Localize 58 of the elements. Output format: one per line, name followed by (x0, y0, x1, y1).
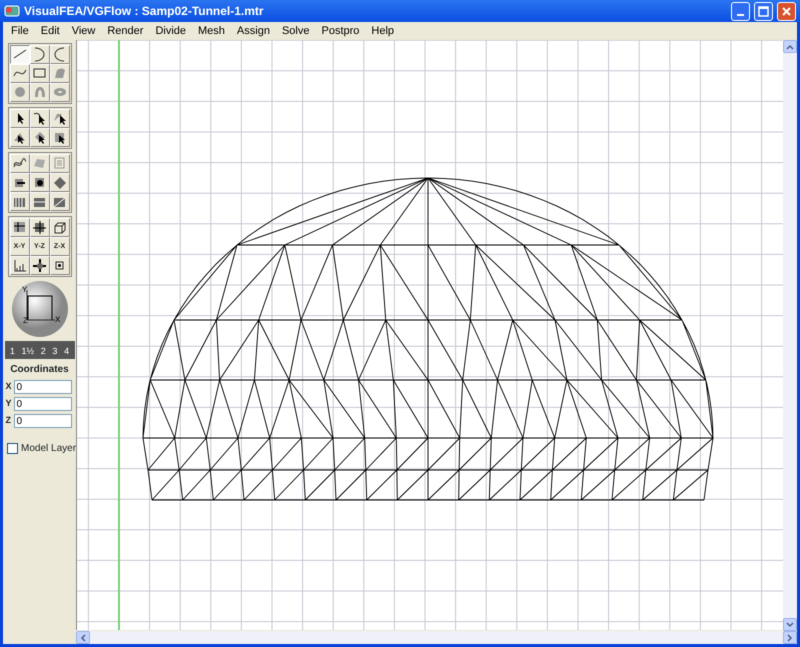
coordinate-field[interactable]: 0 (14, 380, 72, 394)
ruler-label: 1 (10, 344, 15, 358)
ruler-label: 2 (40, 344, 46, 358)
field-label: X (6, 380, 12, 394)
arc-icon (32, 47, 47, 62)
field-label: Z (6, 414, 12, 428)
pointer-icon (32, 111, 47, 126)
tool-button[interactable] (10, 45, 30, 64)
ruler-label: 1½ (22, 344, 34, 358)
close-button[interactable] (777, 2, 796, 20)
view-orientation-drawing[interactable]: Y Z X (10, 280, 68, 338)
minimize-icon (737, 14, 744, 16)
mesh-icon (32, 220, 47, 235)
scroll-down-button[interactable] (783, 618, 797, 631)
menu-item[interactable]: Assign (230, 22, 276, 40)
box-icon (52, 220, 67, 235)
menu-item[interactable]: Mesh (192, 22, 231, 40)
close-icon (781, 6, 792, 16)
scroll-right-button[interactable] (783, 631, 797, 644)
checkbox[interactable] (7, 443, 18, 454)
arch-icon (32, 85, 47, 100)
menu-item[interactable]: Divide (149, 22, 192, 40)
menu-item[interactable]: File (5, 22, 35, 40)
menu-item[interactable]: View (66, 22, 102, 40)
field-label: Y (6, 397, 12, 410)
ruler-label: 3 (52, 344, 58, 358)
coordinate-field[interactable]: 0 (14, 414, 72, 428)
pointer-icon (52, 111, 67, 126)
surface-icon (32, 156, 47, 171)
maximize-button[interactable] (754, 2, 773, 20)
menu-item[interactable]: Solve (276, 22, 316, 40)
coordinates-title: Coordinates (10, 363, 69, 377)
surface-icon (52, 66, 67, 81)
mesh-canvas[interactable] (76, 40, 783, 630)
ruler-label: 4 (64, 344, 70, 358)
list-icon (52, 156, 67, 171)
checkbox-label: Model Layer (21, 442, 76, 456)
pointer-icon (52, 130, 67, 145)
axis-icon (12, 258, 27, 273)
minimize-button[interactable] (731, 2, 750, 20)
sphere-icon (12, 85, 27, 100)
axis-label: Z (22, 316, 28, 325)
scroll-up-button[interactable] (783, 40, 797, 53)
zoom-ruler[interactable]: 1 1½ 2 3 4 (4, 341, 74, 359)
axis-label: Y (22, 285, 27, 294)
move-icon (32, 258, 47, 273)
app-icon (4, 4, 20, 18)
menu-item[interactable]: Help (365, 22, 400, 40)
mesh-icon (12, 220, 27, 235)
menu-item[interactable]: Render (101, 22, 150, 40)
maximize-icon (758, 6, 769, 16)
window-title: VisualFEA/VGFlow : Samp02-Tunnel-1.mtr (24, 3, 264, 20)
scroll-left-button[interactable] (76, 631, 90, 644)
arc-icon (52, 47, 67, 62)
menu-item[interactable]: Edit (34, 22, 66, 40)
coordinate-field[interactable]: 0 (14, 397, 72, 411)
axis-label: X (54, 315, 60, 324)
menu-item[interactable]: Postpro (315, 22, 366, 40)
